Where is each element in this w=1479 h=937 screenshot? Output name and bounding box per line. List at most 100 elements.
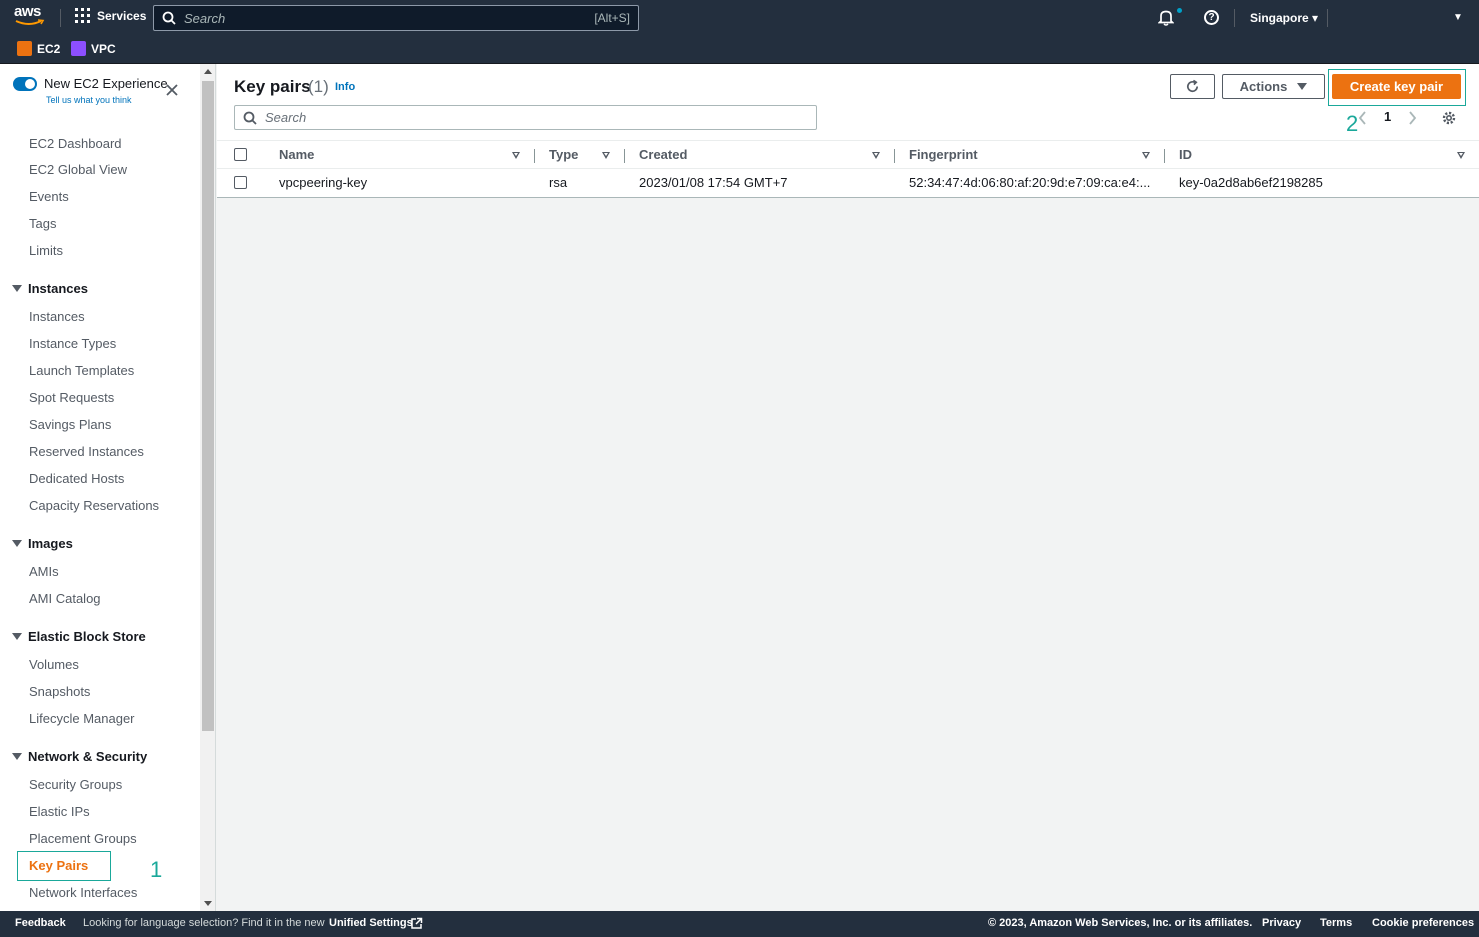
- actions-label: Actions: [1239, 79, 1288, 94]
- actions-button[interactable]: Actions: [1222, 74, 1325, 99]
- sidebar-item-instances[interactable]: Instances: [29, 309, 85, 324]
- cell-created: 2023/01/08 17:54 GMT+7: [639, 175, 788, 190]
- sidebar-item-elastic-ips[interactable]: Elastic IPs: [29, 804, 90, 819]
- cell-fingerprint: 52:34:47:4d:06:80:af:20:9d:e7:09:ca:e4:.…: [909, 175, 1151, 190]
- sidebar-item-amis[interactable]: AMIs: [29, 564, 59, 579]
- scrollbar-thumb[interactable]: [202, 81, 214, 731]
- feedback-link[interactable]: Tell us what you think: [46, 95, 132, 105]
- privacy-link[interactable]: Privacy: [1262, 917, 1301, 929]
- terms-link[interactable]: Terms: [1320, 917, 1352, 929]
- column-header-fingerprint[interactable]: Fingerprint: [909, 147, 978, 162]
- sidebar-item-network-interfaces[interactable]: Network Interfaces: [29, 885, 137, 900]
- copyright: © 2023, Amazon Web Services, Inc. or its…: [988, 917, 1253, 929]
- sort-icon[interactable]: [1142, 152, 1150, 159]
- nav-divider: [60, 9, 61, 27]
- sidebar-item-limits[interactable]: Limits: [29, 243, 63, 258]
- cell-name: vpcpeering-key: [279, 175, 368, 190]
- sidebar-scrollbar[interactable]: [200, 64, 216, 911]
- caret-down-icon: [12, 285, 22, 292]
- sidebar-section-elastic-block-store[interactable]: Elastic Block Store: [12, 629, 146, 644]
- select-all-checkbox[interactable]: [234, 148, 247, 161]
- main-content: Key pairs (1) Info Actions Create key pa…: [217, 64, 1479, 911]
- column-resizer[interactable]: [894, 149, 895, 163]
- column-resizer[interactable]: [1164, 149, 1165, 163]
- key-pairs-search-input[interactable]: Search: [234, 105, 817, 130]
- caret-down-icon: [12, 540, 22, 547]
- refresh-button[interactable]: [1170, 74, 1215, 99]
- favorite-ec2[interactable]: EC2: [17, 41, 60, 56]
- language-note: Looking for language selection? Find it …: [83, 917, 325, 929]
- favorites-bar: EC2 VPC: [0, 35, 1479, 64]
- sidebar-item-instance-types[interactable]: Instance Types: [29, 336, 116, 351]
- sidebar-item-security-groups[interactable]: Security Groups: [29, 777, 122, 792]
- gear-icon[interactable]: [1441, 110, 1457, 126]
- sidebar-section-images[interactable]: Images: [12, 536, 73, 551]
- scroll-down-icon[interactable]: [204, 901, 212, 906]
- sidebar-item-reserved-instances[interactable]: Reserved Instances: [29, 444, 144, 459]
- favorite-label: VPC: [91, 41, 116, 56]
- sidebar-item-ec2-global-view[interactable]: EC2 Global View: [29, 162, 127, 177]
- cookie-preferences-link[interactable]: Cookie preferences: [1372, 917, 1474, 929]
- sidebar-item-capacity-reservations[interactable]: Capacity Reservations: [29, 498, 159, 513]
- scroll-up-icon[interactable]: [204, 69, 212, 74]
- column-resizer[interactable]: [534, 149, 535, 163]
- services-menu-button[interactable]: Services: [75, 8, 146, 23]
- favorite-label: EC2: [37, 41, 61, 56]
- sidebar-item-ec2-dashboard[interactable]: EC2 Dashboard: [29, 136, 122, 151]
- sort-icon[interactable]: [512, 152, 520, 159]
- column-header-type[interactable]: Type: [549, 147, 578, 162]
- sidebar-item-launch-templates[interactable]: Launch Templates: [29, 363, 134, 378]
- new-experience-toggle[interactable]: [13, 77, 37, 91]
- chevron-right-icon[interactable]: [1408, 111, 1417, 125]
- global-search-input[interactable]: Search [Alt+S]: [153, 5, 639, 31]
- sort-icon[interactable]: [602, 152, 610, 159]
- table-row[interactable]: vpcpeering-key rsa 2023/01/08 17:54 GMT+…: [217, 168, 1479, 198]
- aws-logo[interactable]: aws: [14, 3, 48, 29]
- sort-icon[interactable]: [872, 152, 880, 159]
- page-number[interactable]: 1: [1384, 109, 1391, 124]
- row-checkbox[interactable]: [234, 176, 247, 189]
- column-header-id[interactable]: ID: [1179, 147, 1192, 162]
- sidebar-item-volumes[interactable]: Volumes: [29, 657, 79, 672]
- notification-dot: [1177, 8, 1182, 13]
- search-placeholder: Search: [265, 110, 307, 125]
- search-icon: [243, 111, 257, 125]
- sidebar-item-placement-groups[interactable]: Placement Groups: [29, 831, 137, 846]
- sidebar-item-tags[interactable]: Tags: [29, 216, 56, 231]
- info-link[interactable]: Info: [335, 81, 355, 93]
- favorite-vpc[interactable]: VPC: [71, 41, 116, 56]
- sidebar-item-savings-plans[interactable]: Savings Plans: [29, 417, 111, 432]
- create-key-pair-button[interactable]: Create key pair: [1332, 74, 1461, 99]
- column-header-created[interactable]: Created: [639, 147, 687, 162]
- caret-down-icon: [12, 753, 22, 760]
- sort-icon[interactable]: [1457, 152, 1465, 159]
- sidebar-item-snapshots[interactable]: Snapshots: [29, 684, 90, 699]
- unified-settings-link[interactable]: Unified Settings: [329, 917, 413, 929]
- chevron-left-icon[interactable]: [1358, 111, 1367, 125]
- cell-type: rsa: [549, 175, 568, 190]
- feedback-link[interactable]: Feedback: [15, 917, 66, 929]
- sidebar-section-label: Instances: [28, 281, 88, 296]
- refresh-icon: [1187, 79, 1199, 93]
- column-resizer[interactable]: [624, 149, 625, 163]
- account-menu-caret-icon[interactable]: ▼: [1453, 12, 1463, 23]
- close-icon[interactable]: [166, 84, 178, 96]
- help-icon[interactable]: ?: [1204, 10, 1219, 25]
- bell-icon[interactable]: [1158, 9, 1174, 26]
- footer: Feedback Looking for language selection?…: [0, 911, 1479, 937]
- column-header-name[interactable]: Name: [279, 147, 314, 162]
- sidebar-item-events[interactable]: Events: [29, 189, 69, 204]
- sidebar-item-lifecycle-manager[interactable]: Lifecycle Manager: [29, 711, 135, 726]
- sidebar-item-ami-catalog[interactable]: AMI Catalog: [29, 591, 101, 606]
- key-pairs-panel: Key pairs (1) Info Actions Create key pa…: [217, 64, 1479, 198]
- sidebar-item-spot-requests[interactable]: Spot Requests: [29, 390, 114, 405]
- sidebar-section-network-security[interactable]: Network & Security: [12, 749, 147, 764]
- sidebar-section-label: Images: [28, 536, 73, 551]
- caret-down-icon: [12, 633, 22, 640]
- aws-logo-text: aws: [14, 3, 41, 20]
- search-shortcut: [Alt+S]: [594, 11, 630, 25]
- vpc-service-icon: [71, 41, 86, 56]
- region-selector[interactable]: Singapore ▾: [1250, 11, 1318, 25]
- sidebar-section-instances[interactable]: Instances: [12, 281, 88, 296]
- sidebar-item-dedicated-hosts[interactable]: Dedicated Hosts: [29, 471, 124, 486]
